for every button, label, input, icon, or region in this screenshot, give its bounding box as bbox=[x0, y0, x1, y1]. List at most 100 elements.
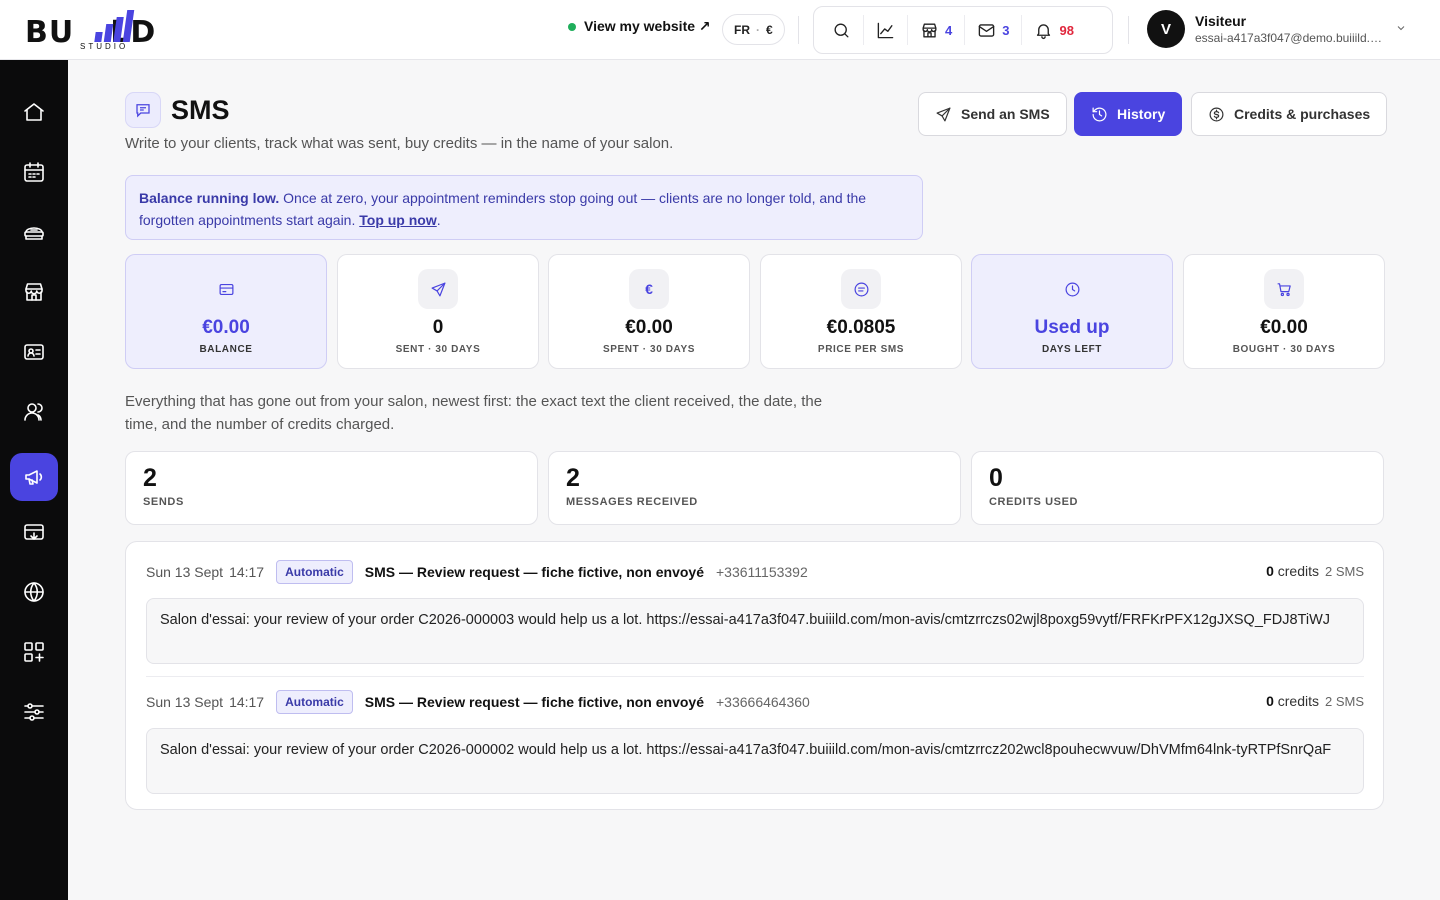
entry-time: 14:17 bbox=[229, 564, 265, 580]
user-name: Visiteur bbox=[1195, 13, 1247, 29]
summary-value: 0 bbox=[989, 464, 1003, 492]
entry-credits: 0 credits 2 SMS bbox=[1266, 563, 1364, 579]
sidebar-item-settings[interactable] bbox=[10, 688, 58, 736]
sidebar-item-apps[interactable] bbox=[10, 628, 58, 676]
stat-label: DAYS LEFT bbox=[1041, 344, 1103, 355]
sidebar-item-calendar[interactable] bbox=[10, 148, 58, 196]
sms-count: 2 SMS bbox=[1324, 694, 1364, 709]
chevron-down-icon bbox=[1397, 26, 1405, 31]
stat-label: SPENT · 30 DAYS bbox=[603, 344, 695, 355]
quick-actions-group: 4 3 98 bbox=[813, 6, 1113, 54]
send-sms-label: Send an SMS bbox=[961, 106, 1050, 122]
alert-title: Balance running low. bbox=[139, 190, 280, 206]
summary-value: 2 bbox=[143, 464, 157, 492]
team-icon bbox=[24, 403, 43, 421]
entry-date: Sun 13 Sept bbox=[146, 564, 224, 580]
summary-value: 2 bbox=[566, 464, 580, 492]
logo-subtitle: STUDIO bbox=[80, 42, 129, 51]
currency-label: € bbox=[766, 22, 773, 37]
sidebar-item-payments[interactable] bbox=[10, 508, 58, 556]
sidebar-item-sms[interactable] bbox=[10, 453, 58, 501]
send-sms-button[interactable]: Send an SMS bbox=[918, 92, 1067, 136]
chat-icon bbox=[136, 104, 150, 118]
messages-button[interactable]: 3 bbox=[965, 15, 1023, 45]
settings-sliders-icon bbox=[24, 703, 44, 721]
history-intro: Everything that has gone out from your s… bbox=[125, 393, 823, 433]
top-up-link[interactable]: Top up now bbox=[359, 212, 437, 228]
stat-label: SENT · 30 DAYS bbox=[395, 344, 481, 355]
view-website-label: View my website ↗ bbox=[584, 18, 711, 34]
stat-spent: € €0.00 SPENT · 30 DAYS bbox=[548, 254, 750, 369]
stat-icon-wrap bbox=[1052, 269, 1092, 309]
list-item[interactable]: Sun 13 Sept 14:17 Automatic SMS — Review… bbox=[146, 690, 1364, 794]
credits-label: credits bbox=[1273, 693, 1319, 709]
sidebar-item-website[interactable] bbox=[10, 568, 58, 616]
services-icon bbox=[24, 227, 44, 240]
view-website-link[interactable]: View my website ↗ bbox=[568, 18, 711, 35]
sidebar bbox=[0, 60, 68, 900]
entry-message: Salon d'essai: your review of your order… bbox=[146, 598, 1364, 664]
salon-button[interactable]: 4 bbox=[908, 15, 966, 45]
stat-value: 0 bbox=[432, 317, 444, 338]
payments-icon bbox=[24, 524, 44, 540]
sidebar-item-clients-card[interactable] bbox=[10, 328, 58, 376]
user-email: essai-a417a3f047@demo.buiiild.com bbox=[1195, 31, 1387, 45]
stat-price-per-sms: €0.0805 PRICE PER SMS bbox=[760, 254, 962, 369]
store-icon bbox=[922, 22, 937, 38]
status-badge: Automatic bbox=[276, 690, 353, 714]
history-button[interactable]: History bbox=[1074, 92, 1183, 136]
entry-date: Sun 13 Sept bbox=[146, 694, 224, 710]
sms-history-list: Sun 13 Sept 14:17 Automatic SMS — Review… bbox=[125, 541, 1384, 810]
user-menu[interactable]: V Visiteur essai-a417a3f047@demo.buiiild… bbox=[1147, 10, 1405, 48]
credits-purchases-label: Credits & purchases bbox=[1234, 106, 1371, 122]
sms-count: 2 SMS bbox=[1324, 564, 1364, 579]
page-subtitle: Write to your clients, track what was se… bbox=[125, 135, 674, 152]
low-balance-alert: Balance running low. Once at zero, your … bbox=[125, 175, 923, 240]
sidebar-item-team[interactable] bbox=[10, 388, 58, 436]
analytics-button[interactable] bbox=[864, 15, 908, 45]
stat-value: €0.00 bbox=[625, 317, 673, 338]
entry-phone: +33666464360 bbox=[716, 694, 810, 710]
sidebar-item-salon[interactable] bbox=[10, 268, 58, 316]
entry-header: Sun 13 Sept 14:17 Automatic SMS — Review… bbox=[146, 560, 1364, 584]
divider bbox=[798, 16, 799, 44]
mail-icon bbox=[978, 23, 995, 37]
entry-message: Salon d'essai: your review of your order… bbox=[146, 728, 1364, 794]
history-icon bbox=[1092, 107, 1107, 121]
entry-phone: +33611153392 bbox=[716, 564, 808, 580]
page-icon bbox=[125, 92, 161, 128]
credits-value: 0 bbox=[1266, 563, 1274, 579]
salon-count: 4 bbox=[945, 22, 953, 38]
summary-credits-used: 0 CREDITS USED bbox=[971, 451, 1384, 525]
divider bbox=[1128, 16, 1129, 44]
credits-purchases-button[interactable]: Credits & purchases bbox=[1191, 92, 1388, 136]
apps-icon bbox=[24, 642, 44, 662]
list-item[interactable]: Sun 13 Sept 14:17 Automatic SMS — Review… bbox=[146, 560, 1364, 664]
stat-balance: €0.00 BALANCE bbox=[125, 254, 327, 369]
sidebar-item-home[interactable] bbox=[10, 88, 58, 136]
chart-icon bbox=[877, 22, 894, 38]
notifications-button[interactable]: 98 bbox=[1022, 15, 1085, 45]
language-label: FR bbox=[734, 22, 750, 37]
search-button[interactable] bbox=[820, 15, 864, 45]
send-icon bbox=[936, 107, 951, 121]
stat-days-left: Used up DAYS LEFT bbox=[971, 254, 1173, 369]
entry-title: SMS — Review request — fiche fictive, no… bbox=[364, 564, 704, 580]
summary-label: SENDS bbox=[143, 496, 184, 508]
stat-icon-wrap bbox=[841, 269, 881, 309]
logo[interactable]: BU LD STUDIO bbox=[25, 8, 185, 52]
globe-icon bbox=[24, 582, 44, 602]
message-icon bbox=[854, 282, 868, 296]
sidebar-item-services[interactable] bbox=[10, 208, 58, 256]
messages-count: 3 bbox=[1002, 22, 1010, 38]
language-currency-selector[interactable]: FR · € bbox=[722, 14, 785, 45]
stat-icon-wrap bbox=[418, 269, 458, 309]
stat-value: €0.00 bbox=[202, 317, 250, 338]
stat-value: Used up bbox=[1034, 317, 1110, 338]
salon-icon bbox=[25, 283, 43, 301]
stat-sent: 0 SENT · 30 DAYS bbox=[337, 254, 539, 369]
cart-icon bbox=[1277, 282, 1291, 296]
status-badge: Automatic bbox=[276, 560, 353, 584]
entry-credits: 0 credits 2 SMS bbox=[1266, 693, 1364, 709]
stat-value: €0.0805 bbox=[826, 317, 896, 338]
